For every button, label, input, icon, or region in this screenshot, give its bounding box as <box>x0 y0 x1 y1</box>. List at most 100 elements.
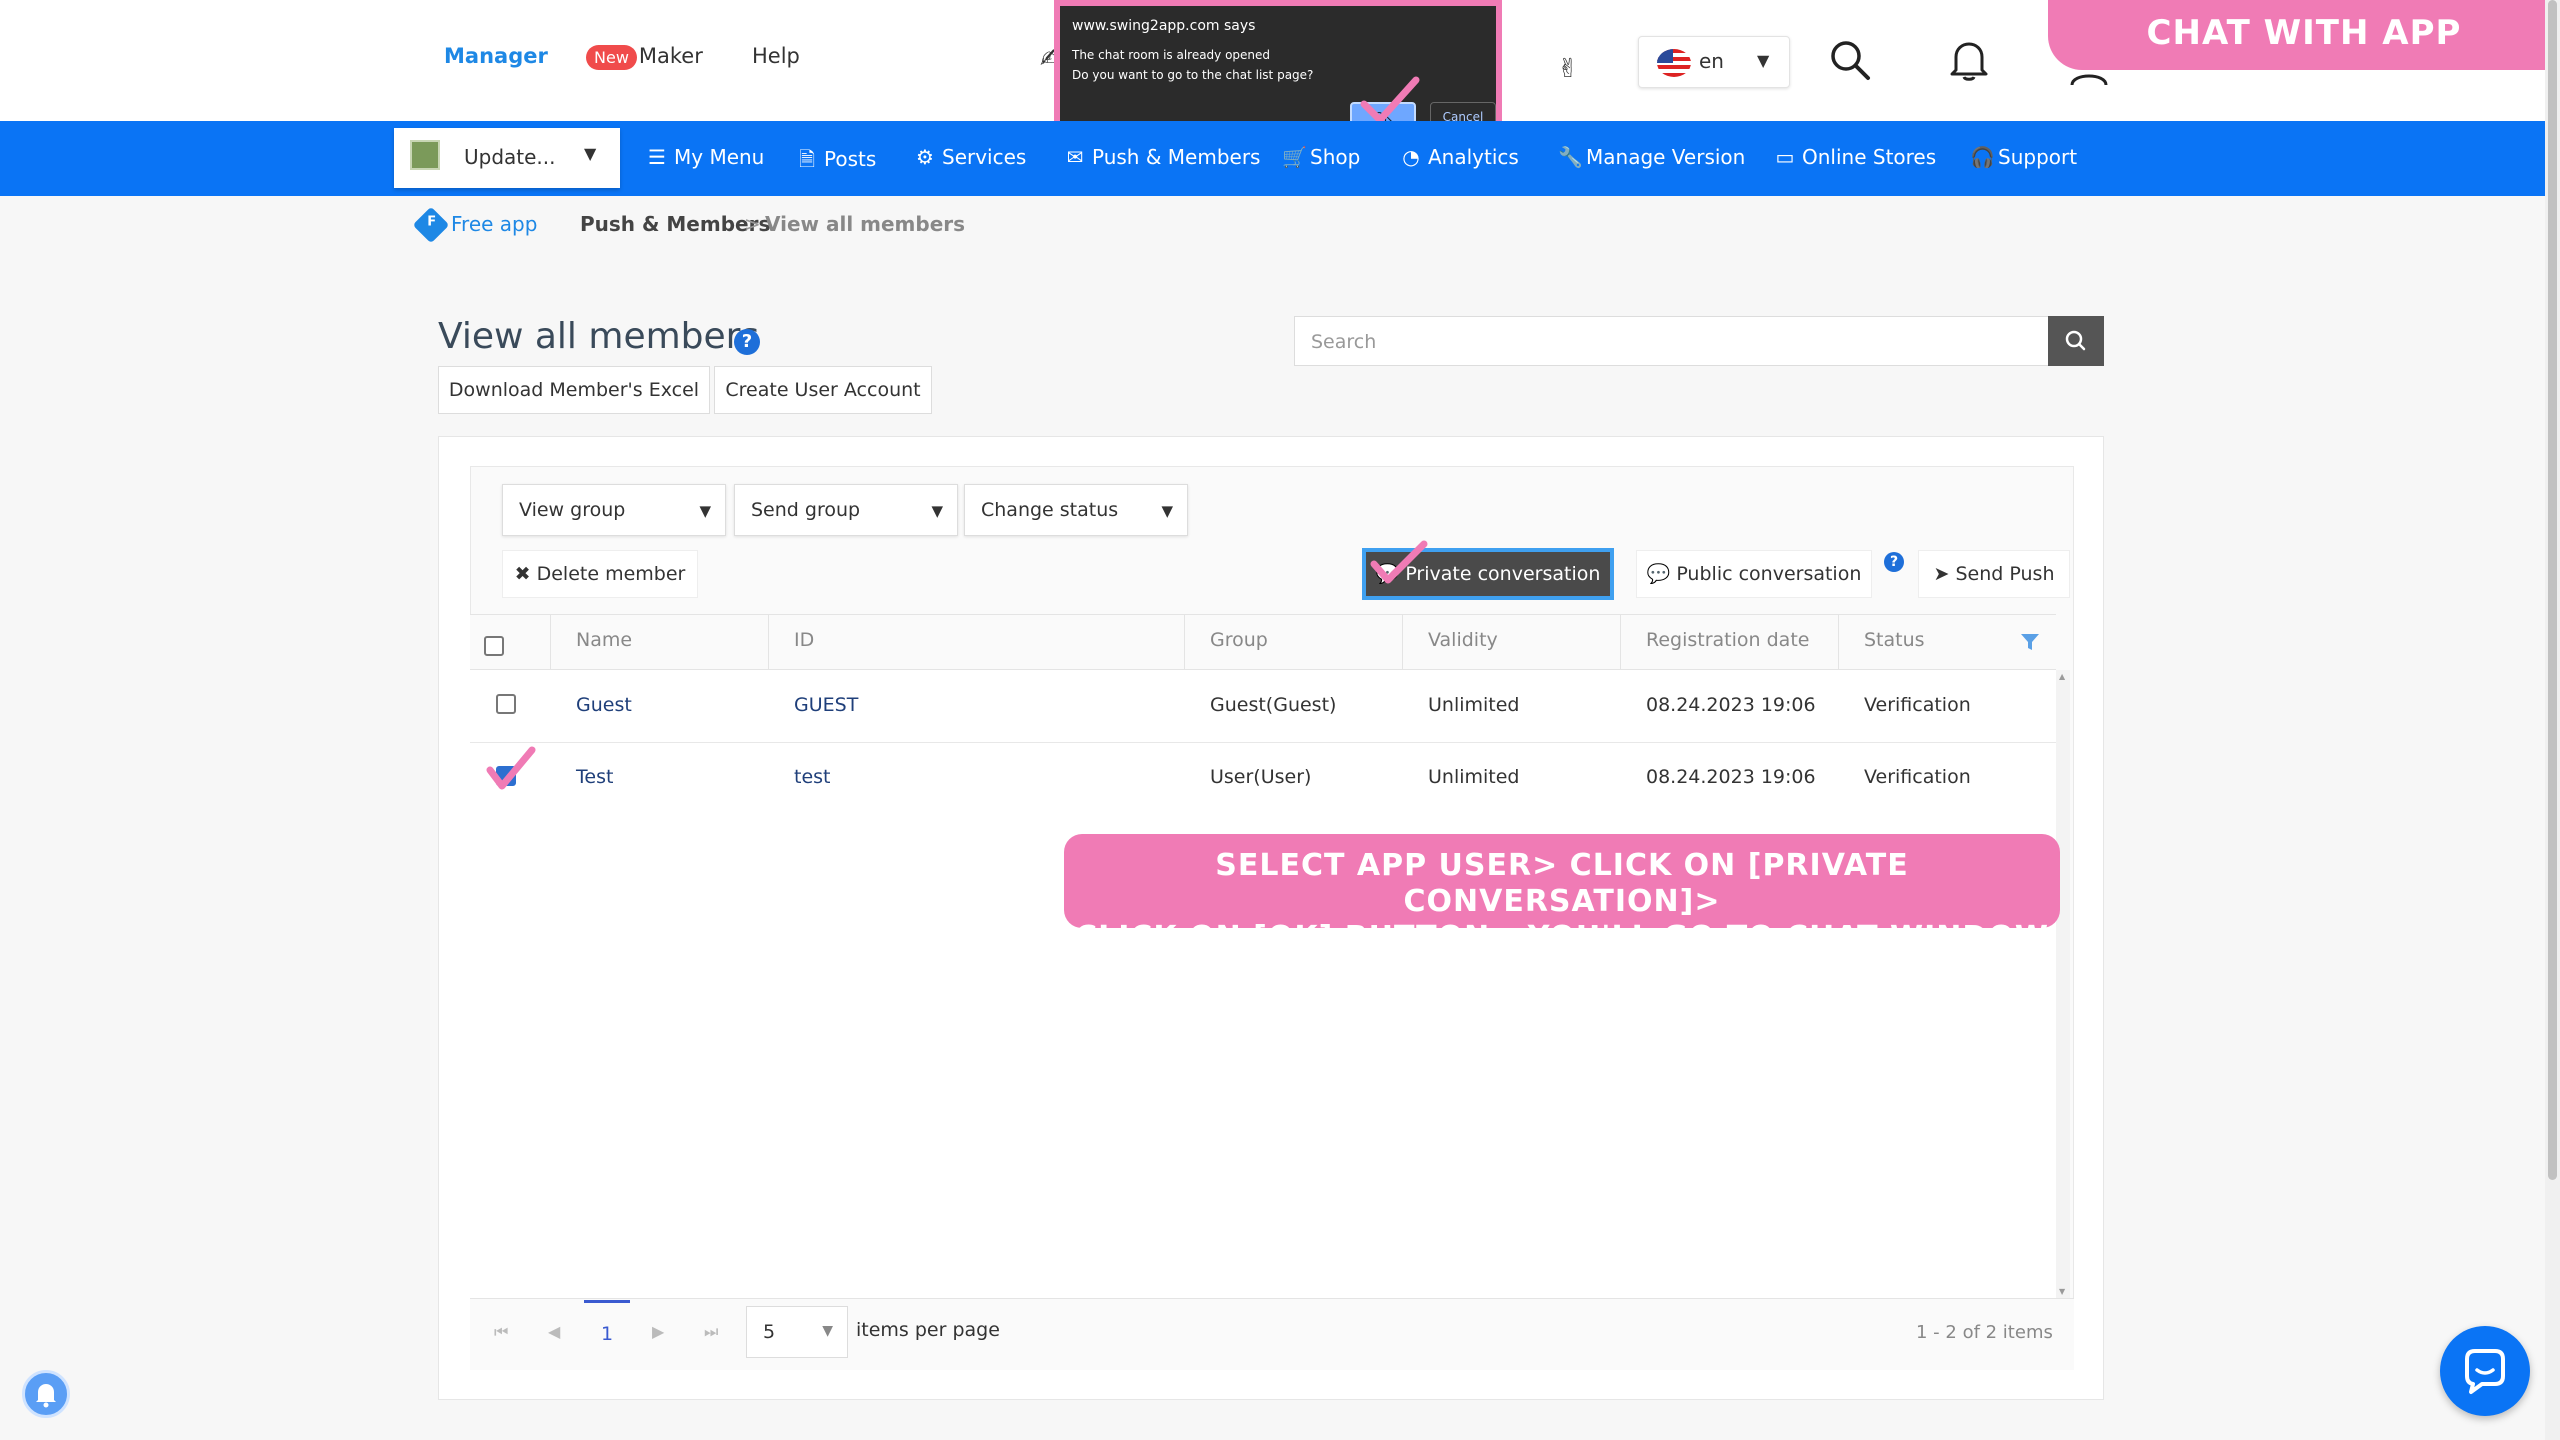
scroll-up-icon[interactable]: ▲ <box>2059 672 2065 681</box>
nav-posts-label: Posts <box>824 147 877 171</box>
column-divider <box>768 615 769 669</box>
cell-id[interactable]: test <box>794 766 831 788</box>
help-icon[interactable]: ? <box>1884 552 1904 572</box>
language-select[interactable]: en ▼ <box>1638 36 1790 88</box>
instruction-line-2: CLICK ON [OK] BUTTON> YOU'LL GO TO CHAT … <box>1075 920 2049 955</box>
view-group-dropdown[interactable]: View group ▼ <box>502 484 726 536</box>
chart-icon: ◔ <box>1402 145 1420 169</box>
breadcrumb-push-members[interactable]: Push & Members <box>580 212 770 236</box>
scrollbar-thumb[interactable] <box>2548 0 2557 1180</box>
next-page-icon[interactable]: ▶ <box>652 1322 664 1341</box>
breadcrumb-free-app[interactable]: Free app <box>451 212 537 236</box>
table-body <box>470 670 2056 1298</box>
dialog-question: Do you want to go to the chat list page? <box>1072 68 1314 82</box>
nav-push-members-label: Push & Members <box>1092 145 1261 169</box>
delete-member-button[interactable]: ✖ Delete member <box>502 550 698 598</box>
nav-online-stores[interactable]: ▭ Online Stores <box>1774 145 1937 169</box>
cell-name[interactable]: Guest <box>576 694 632 716</box>
nav-manage-version[interactable]: 🔧 Manage Version <box>1558 145 1745 169</box>
nav-shop[interactable]: 🛒 Shop <box>1282 145 1360 169</box>
language-code: en <box>1699 49 1724 73</box>
nav-manage-version-label: Manage Version <box>1586 145 1746 169</box>
chat-icon: 💬 <box>1646 563 1677 585</box>
column-header-registration-date[interactable]: Registration date <box>1646 629 1809 651</box>
chat-support-button[interactable] <box>2440 1326 2530 1416</box>
search-button[interactable] <box>2048 316 2104 366</box>
free-app-icon: F <box>412 206 450 244</box>
cell-validity: Unlimited <box>1428 694 1520 716</box>
cell-validity: Unlimited <box>1428 766 1520 788</box>
column-header-status[interactable]: Status <box>1864 629 1925 651</box>
app-select[interactable]: Update... ▼ <box>394 128 620 188</box>
nav-help[interactable]: Help <box>752 44 800 68</box>
window-scrollbar[interactable] <box>2545 0 2560 1440</box>
app-select-label: Update... <box>464 145 556 169</box>
wrench-icon: 🔧 <box>1558 145 1583 169</box>
column-header-validity[interactable]: Validity <box>1428 629 1498 651</box>
change-status-label: Change status <box>981 499 1119 521</box>
prev-page-icon[interactable]: ◀ <box>548 1322 560 1341</box>
app-thumbnail <box>410 140 440 170</box>
send-group-label: Send group <box>751 499 861 521</box>
send-push-label: Send Push <box>1955 563 2055 585</box>
nav-services[interactable]: ⚙ Services <box>914 145 1026 169</box>
notification-bell-button[interactable] <box>22 1370 70 1418</box>
menu-icon: ☰ <box>648 145 666 169</box>
search-icon[interactable] <box>1828 38 1872 82</box>
change-status-dropdown[interactable]: Change status ▼ <box>964 484 1188 536</box>
download-excel-button[interactable]: Download Member's Excel <box>438 366 710 414</box>
close-icon: ✖ <box>514 563 537 585</box>
table-scrollbar[interactable]: ▲ ▼ <box>2056 670 2070 1298</box>
cell-id[interactable]: GUEST <box>794 694 858 716</box>
cell-group: User(User) <box>1210 766 1312 788</box>
column-divider <box>1620 615 1621 669</box>
cell-registration-date: 08.24.2023 19:06 <box>1646 766 1816 788</box>
chevron-down-icon: ▼ <box>1757 51 1770 70</box>
column-divider <box>1184 615 1185 669</box>
chat-icon <box>2465 1349 2505 1394</box>
first-page-icon[interactable]: ⏮ <box>494 1322 508 1342</box>
nav-analytics-label: Analytics <box>1428 145 1519 169</box>
nav-online-stores-label: Online Stores <box>1802 145 1937 169</box>
scroll-down-icon[interactable]: ▼ <box>2059 1287 2065 1296</box>
private-conversation-label: Private conversation <box>1405 563 1601 585</box>
checkmark-annotation-icon <box>1370 540 1428 584</box>
items-per-page-select[interactable]: 5 ▼ <box>746 1306 848 1358</box>
ok-hand-icon[interactable]: ✌ <box>1557 54 1579 84</box>
search-input[interactable]: Search <box>1294 316 2050 366</box>
nav-manager[interactable]: Manager <box>444 44 548 68</box>
nav-push-members[interactable]: ✉ Push & Members <box>1064 145 1261 169</box>
page-number-current[interactable]: 1 <box>584 1300 630 1346</box>
checkmark-annotation-icon <box>1360 76 1420 124</box>
send-icon: ➤ <box>1933 563 1956 585</box>
breadcrumb-current: View all members <box>765 212 966 236</box>
column-divider <box>1402 615 1403 669</box>
column-header-id[interactable]: ID <box>794 629 814 651</box>
headset-icon: 🎧 <box>1970 145 1995 169</box>
cell-status: Verification <box>1864 766 1971 788</box>
help-icon[interactable]: ? <box>734 329 760 355</box>
public-conversation-button[interactable]: 💬 Public conversation <box>1636 550 1872 598</box>
delete-member-label: Delete member <box>536 563 686 585</box>
send-push-button[interactable]: ➤ Send Push <box>1918 550 2070 598</box>
main-nav <box>0 121 2545 196</box>
bell-icon[interactable] <box>1948 38 1990 82</box>
nav-maker[interactable]: New Maker <box>586 44 703 70</box>
select-all-checkbox[interactable] <box>484 636 504 656</box>
nav-shop-label: Shop <box>1310 145 1361 169</box>
row-checkbox[interactable] <box>496 694 516 714</box>
chevron-down-icon: ▼ <box>584 144 597 163</box>
column-header-name[interactable]: Name <box>576 629 632 651</box>
column-header-group[interactable]: Group <box>1210 629 1268 651</box>
filter-icon[interactable] <box>2020 632 2040 652</box>
nav-posts[interactable]: 🗎 Posts <box>796 145 876 179</box>
cell-status: Verification <box>1864 694 1971 716</box>
cell-name[interactable]: Test <box>576 766 613 788</box>
send-group-dropdown[interactable]: Send group ▼ <box>734 484 958 536</box>
nav-my-menu[interactable]: ☰ My Menu <box>646 145 764 169</box>
nav-support[interactable]: 🎧 Support <box>1970 145 2077 169</box>
nav-analytics[interactable]: ◔ Analytics <box>1400 145 1519 169</box>
create-user-button[interactable]: Create User Account <box>714 366 932 414</box>
page-title: View all members <box>438 316 760 357</box>
last-page-icon[interactable]: ⏭ <box>704 1322 718 1342</box>
